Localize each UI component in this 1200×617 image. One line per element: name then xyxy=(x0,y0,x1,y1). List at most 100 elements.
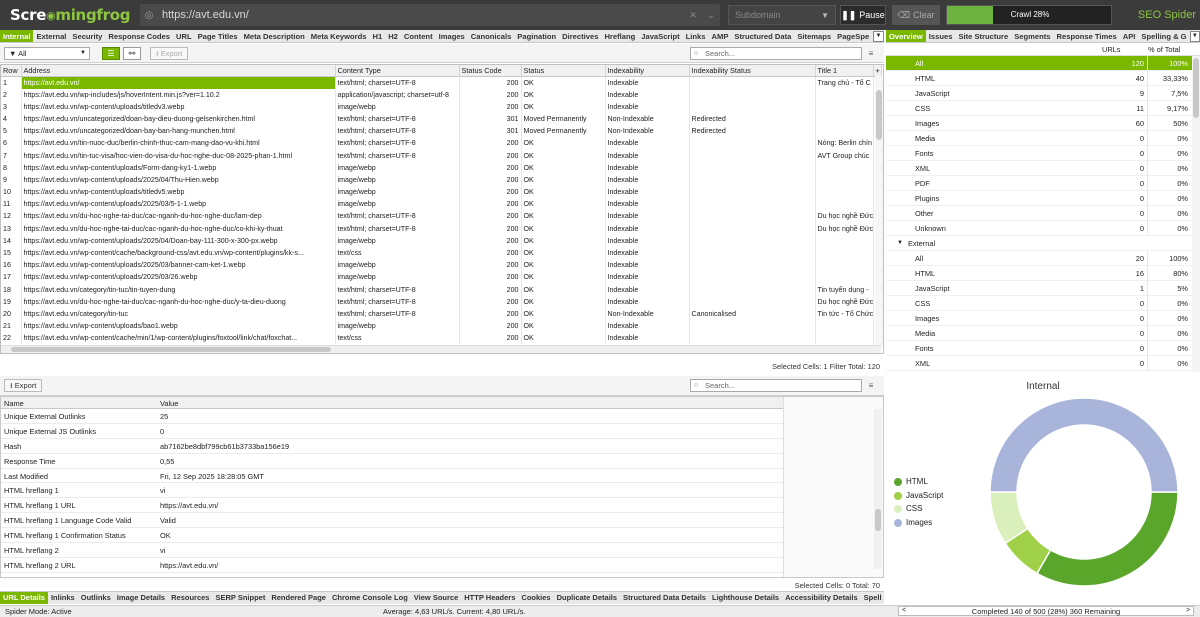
detail-row[interactable]: HTML hreflang 2 URL https://avt.edu.vn/ xyxy=(1,558,783,573)
table-row[interactable]: 16 https://avt.edu.vn/wp-content/uploads/… xyxy=(1,259,882,272)
bottom-tab-image-details[interactable]: Image Details xyxy=(114,592,168,604)
tab-meta-keywords[interactable]: Meta Keywords xyxy=(308,30,370,42)
overview-row[interactable]: JavaScript 1 5% xyxy=(886,281,1192,296)
tab-url[interactable]: URL xyxy=(173,30,195,42)
bottom-tab-rendered-page[interactable]: Rendered Page xyxy=(268,592,329,604)
column-chooser-icon[interactable]: + xyxy=(873,65,882,77)
overview-row[interactable]: Fonts 0 0% xyxy=(886,146,1192,161)
clear-button[interactable]: ⌫ Clear xyxy=(892,5,940,25)
detail-row[interactable]: Hash ab7162be8dbf799cb61b3733ba156e19 xyxy=(1,439,783,454)
column-header[interactable]: Address xyxy=(21,65,336,77)
table-row[interactable]: 8 https://avt.edu.vn/wp-content/uploads/F… xyxy=(1,161,882,174)
detail-row[interactable]: HTML hreflang 1 Confirmation Status OK xyxy=(1,528,783,544)
overview-row[interactable]: All 120 100% xyxy=(886,56,1192,71)
url-input[interactable]: https://avt.edu.vn/ xyxy=(158,9,684,21)
overview-row[interactable]: JavaScript 9 7,5% xyxy=(886,86,1192,101)
table-row[interactable]: 14 https://avt.edu.vn/wp-content/uploads/… xyxy=(1,234,882,247)
column-header[interactable]: Status xyxy=(521,65,606,77)
bottom-tab-accessibility-details[interactable]: Accessibility Details xyxy=(782,592,861,604)
sliders-icon[interactable]: ≡ xyxy=(864,379,878,392)
overview-row[interactable]: Images 60 50% xyxy=(886,116,1192,131)
caret-down-icon[interactable]: ▼ xyxy=(897,240,903,246)
table-row[interactable]: 21 https://avt.edu.vn/wp-content/uploads/… xyxy=(1,320,882,333)
url-bar[interactable]: ◎ https://avt.edu.vn/ ✕ ⌄ xyxy=(140,4,720,26)
table-row[interactable]: 13 https://avt.edu.vn/du-hoc-nghe-tai-duc… xyxy=(1,222,882,235)
overview-row[interactable]: Unknown 0 0% xyxy=(886,221,1192,236)
table-row[interactable]: 3 https://avt.edu.vn/wp-content/uploads/t… xyxy=(1,100,882,113)
filter-select[interactable]: ▼ All ▼ xyxy=(4,47,90,60)
column-header[interactable]: Status Code xyxy=(459,65,522,77)
tab-h1[interactable]: H1 xyxy=(369,30,385,42)
details-export-button[interactable]: ⭳ Export xyxy=(4,379,43,392)
tab-structured-data[interactable]: Structured Data xyxy=(731,30,794,42)
tab-internal[interactable]: Internal xyxy=(0,30,34,42)
tab-amp[interactable]: AMP xyxy=(709,30,732,42)
bottom-tab-lighthouse-details[interactable]: Lighthouse Details xyxy=(709,592,782,604)
donut-slice-html[interactable] xyxy=(1035,491,1179,587)
table-row[interactable]: 7 https://avt.edu.vn/tin-tuc-visa/hoc-vie… xyxy=(1,149,882,162)
overview-row[interactable]: HTML 16 80% xyxy=(886,266,1192,281)
tab-page-titles[interactable]: Page Titles xyxy=(195,30,241,42)
details-search-input[interactable]: Search... xyxy=(690,379,862,392)
tab-javascript[interactable]: JavaScript xyxy=(638,30,682,42)
tab-spelling-g[interactable]: Spelling & G xyxy=(1138,30,1189,42)
tree-view-button[interactable]: ⚯ xyxy=(123,47,141,60)
bottom-tab-serp-snippet[interactable]: SERP Snippet xyxy=(212,592,268,604)
tab-segments[interactable]: Segments xyxy=(1011,30,1053,42)
overview-row[interactable]: Media 0 0% xyxy=(886,131,1192,146)
tab-site-structure[interactable]: Site Structure xyxy=(955,30,1011,42)
table-row[interactable]: 9 https://avt.edu.vn/wp-content/uploads/2… xyxy=(1,173,882,186)
overview-row[interactable]: Other 0 0% xyxy=(886,206,1192,221)
tab-sitemaps[interactable]: Sitemaps xyxy=(794,30,834,42)
table-row[interactable]: 6 https://avt.edu.vn/tin-nuoc-duc/berlin-… xyxy=(1,137,882,150)
tabs-dropdown-icon[interactable]: ▼ xyxy=(873,30,884,42)
tab-response-times[interactable]: Response Times xyxy=(1054,30,1120,42)
table-row[interactable]: 10 https://avt.edu.vn/wp-content/uploads/… xyxy=(1,186,882,199)
list-view-button[interactable]: ☰ xyxy=(102,47,120,60)
tab-issues[interactable]: Issues xyxy=(926,30,956,42)
bottom-tab-resources[interactable]: Resources xyxy=(168,592,212,604)
chevron-down-icon[interactable]: ⌄ xyxy=(702,10,720,21)
export-button[interactable]: ⭳ Export xyxy=(150,47,189,60)
table-row[interactable]: 20 https://avt.edu.vn/category/tin-tuc tex… xyxy=(1,307,882,321)
overview-row[interactable]: PDF 0 0% xyxy=(886,176,1192,191)
tab-hreflang[interactable]: Hreflang xyxy=(601,30,638,42)
bottom-tab-view-source[interactable]: View Source xyxy=(411,592,461,604)
subdomain-select[interactable]: Subdomain ▼ xyxy=(728,5,836,25)
column-header[interactable]: Content Type xyxy=(335,65,460,77)
table-row[interactable]: 4 https://avt.edu.vn/uncategorized/doan-b… xyxy=(1,112,882,126)
tab-canonicals[interactable]: Canonicals xyxy=(468,30,515,42)
table-row[interactable]: 11 https://avt.edu.vn/wp-content/uploads/… xyxy=(1,198,882,211)
detail-row[interactable]: HTML hreflang 1 URL https://avt.edu.vn/ xyxy=(1,498,783,514)
bottom-tab-cookies[interactable]: Cookies xyxy=(518,592,553,604)
detail-row[interactable]: Unique External JS Outlinks 0 xyxy=(1,424,783,439)
tab-images[interactable]: Images xyxy=(436,30,468,42)
overview-row[interactable]: Fonts 0 0% xyxy=(886,341,1192,356)
donut-slice-images[interactable] xyxy=(989,397,1179,493)
detail-row[interactable]: HTML hreflang 1 vi xyxy=(1,483,783,499)
column-header[interactable]: Row xyxy=(1,65,22,77)
overview-row[interactable]: CSS 0 0% xyxy=(886,296,1192,311)
bottom-tab-duplicate-details[interactable]: Duplicate Details xyxy=(554,592,620,604)
overview-scrollbar[interactable] xyxy=(1192,56,1200,372)
overview-row[interactable]: Images 0 0% xyxy=(886,311,1192,326)
tab-overview[interactable]: Overview xyxy=(886,30,926,42)
table-row[interactable]: 12 https://avt.edu.vn/du-hoc-nghe-tai-duc… xyxy=(1,210,882,223)
bottom-tab-spell[interactable]: Spell xyxy=(861,592,884,604)
details-scrollbar[interactable] xyxy=(874,409,882,569)
table-row[interactable]: 1 https://avt.edu.vn/text/html; charset=U… xyxy=(1,76,882,89)
scroll-right-icon[interactable]: > xyxy=(1186,607,1190,614)
column-header[interactable]: Indexability Status xyxy=(689,65,816,77)
tab-directives[interactable]: Directives xyxy=(559,30,601,42)
pause-button[interactable]: ❚❚ Pause xyxy=(840,5,886,25)
tab-h2[interactable]: H2 xyxy=(385,30,401,42)
tab-links[interactable]: Links xyxy=(683,30,709,42)
overview-section-external[interactable]: ▼ External xyxy=(886,236,1192,251)
overview-row[interactable]: CSS 11 9,17% xyxy=(886,101,1192,116)
overview-row[interactable]: Plugins 0 0% xyxy=(886,191,1192,206)
bottom-tab-url-details[interactable]: URL Details xyxy=(0,592,48,604)
grid-vertical-scrollbar[interactable] xyxy=(875,76,883,346)
detail-row[interactable]: Response Time 0,55 xyxy=(1,454,783,469)
column-header[interactable]: Title 1 xyxy=(815,65,874,77)
tab-pagination[interactable]: Pagination xyxy=(514,30,559,42)
